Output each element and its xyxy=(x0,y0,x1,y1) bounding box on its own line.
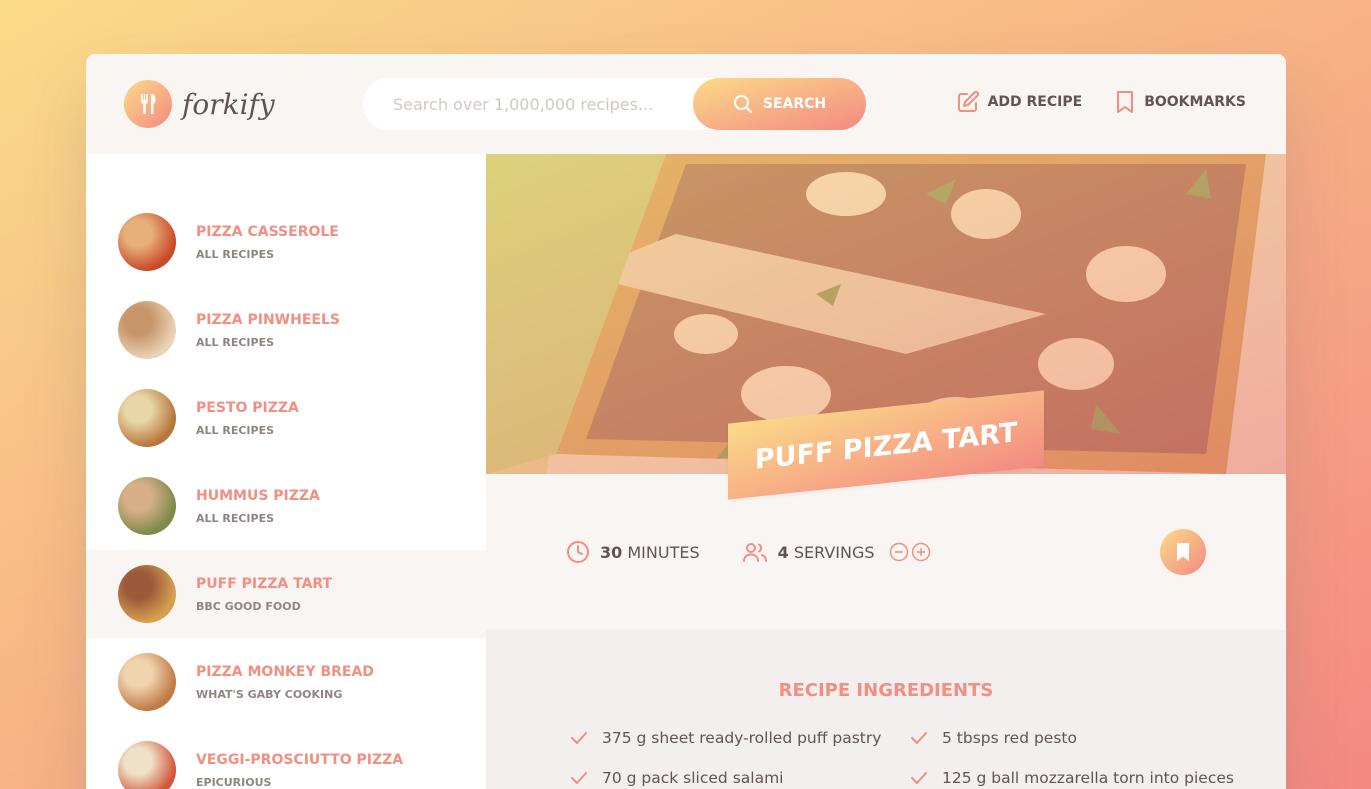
result-item[interactable]: PUFF PIZZA TART BBC GOOD FOOD xyxy=(86,550,486,638)
minutes-value: 30 xyxy=(600,542,623,562)
recipe-figure: PUFF PIZZA TART xyxy=(486,154,1286,500)
recipe-details: 30 MINUTES 4 SERVINGS xyxy=(486,474,1286,630)
logo[interactable]: forkify xyxy=(124,80,275,128)
ingredient-list: 375 g sheet ready-rolled puff pastry 5 t… xyxy=(570,729,1286,787)
result-title: PIZZA CASSEROLE xyxy=(196,223,339,240)
recipe-panel: PUFF PIZZA TART 30 MINUTES 4 SERVINGS RE… xyxy=(486,154,1286,789)
result-title: PIZZA MONKEY BREAD xyxy=(196,663,374,680)
bookmark-icon xyxy=(1117,91,1134,113)
result-image xyxy=(118,389,176,447)
search-button[interactable]: SEARCH xyxy=(693,78,866,130)
check-icon xyxy=(571,772,587,784)
ingredient-text: 70 g pack sliced salami xyxy=(602,769,784,787)
search-input[interactable] xyxy=(393,94,693,114)
increase-servings-button[interactable] xyxy=(911,542,931,562)
ingredient-item: 375 g sheet ready-rolled puff pastry xyxy=(570,729,900,747)
result-publisher: EPICURIOUS xyxy=(196,775,272,789)
result-publisher: WHAT'S GABY COOKING xyxy=(196,687,343,701)
ingredient-text: 125 g ball mozzarella torn into pieces xyxy=(942,769,1234,787)
ingredient-text: 5 tbsps red pesto xyxy=(942,729,1077,747)
plus-circle-icon xyxy=(911,542,930,562)
minus-circle-icon xyxy=(889,542,908,562)
fork-knife-icon xyxy=(124,80,172,128)
result-image xyxy=(118,653,176,711)
result-publisher: ALL RECIPES xyxy=(196,247,275,261)
result-publisher: ALL RECIPES xyxy=(196,423,275,437)
result-item[interactable]: PIZZA CASSEROLE ALL RECIPES xyxy=(86,198,486,286)
search-button-label: SEARCH xyxy=(762,96,827,112)
result-image xyxy=(118,741,176,789)
result-image xyxy=(118,477,176,535)
result-publisher: ALL RECIPES xyxy=(196,511,275,525)
servings: 4 SERVINGS xyxy=(742,540,931,564)
ingredient-item: 5 tbsps red pesto xyxy=(910,729,1240,747)
result-item[interactable]: PIZZA PINWHEELS ALL RECIPES xyxy=(86,286,486,374)
result-image xyxy=(118,565,176,623)
ingredient-item: 125 g ball mozzarella torn into pieces xyxy=(910,769,1240,787)
users-icon xyxy=(742,543,767,562)
check-icon xyxy=(911,772,927,784)
result-item[interactable]: PESTO PIZZA ALL RECIPES xyxy=(86,374,486,462)
result-item[interactable]: HUMMUS PIZZA ALL RECIPES xyxy=(86,462,486,550)
result-image xyxy=(118,301,176,359)
result-title: HUMMUS PIZZA xyxy=(196,487,320,504)
search-form: SEARCH xyxy=(363,78,866,130)
app-container: forkify SEARCH ADD RECIPE xyxy=(86,54,1286,789)
recipe-title-text: PUFF PIZZA TART xyxy=(754,416,1018,476)
result-title: PESTO PIZZA xyxy=(196,399,299,416)
bookmark-fill-icon xyxy=(1177,543,1189,561)
result-title: VEGGI-PROSCIUTTO PIZZA xyxy=(196,751,404,768)
check-icon xyxy=(571,732,587,744)
recipe-ingredients: RECIPE INGREDIENTS 375 g sheet ready-rol… xyxy=(486,630,1286,789)
ingredient-item: 70 g pack sliced salami xyxy=(570,769,900,787)
clock-icon xyxy=(567,541,589,563)
decrease-servings-button[interactable] xyxy=(889,542,909,562)
result-title: PUFF PIZZA TART xyxy=(196,575,333,592)
search-results: PIZZA CASSEROLE ALL RECIPES PIZZA PINWHE… xyxy=(86,154,486,789)
result-publisher: BBC GOOD FOOD xyxy=(196,599,301,613)
check-icon xyxy=(911,732,927,744)
bookmarks-button[interactable]: BOOKMARKS xyxy=(1114,90,1246,114)
servings-label: SERVINGS xyxy=(793,542,875,562)
edit-icon xyxy=(957,90,979,112)
result-image xyxy=(118,213,176,271)
bookmarks-label: BOOKMARKS xyxy=(1144,94,1246,110)
header: forkify SEARCH ADD RECIPE xyxy=(86,54,1286,154)
ingredients-heading: RECIPE INGREDIENTS xyxy=(778,680,994,701)
bookmark-recipe-button[interactable] xyxy=(1160,529,1206,575)
add-recipe-button[interactable]: ADD RECIPE xyxy=(956,90,1083,114)
result-publisher: ALL RECIPES xyxy=(196,335,275,349)
add-recipe-label: ADD RECIPE xyxy=(987,94,1083,110)
result-title: PIZZA PINWHEELS xyxy=(196,311,340,328)
nav: ADD RECIPE BOOKMARKS xyxy=(956,90,1246,114)
result-item[interactable]: PIZZA MONKEY BREAD WHAT'S GABY COOKING xyxy=(86,638,486,726)
servings-controls xyxy=(889,542,931,562)
servings-value: 4 xyxy=(777,542,789,562)
result-item[interactable]: VEGGI-PROSCIUTTO PIZZA EPICURIOUS xyxy=(86,726,486,789)
search-icon xyxy=(733,95,752,113)
ingredient-text: 375 g sheet ready-rolled puff pastry xyxy=(602,729,882,747)
cooking-time: 30 MINUTES xyxy=(566,540,700,564)
logo-text: forkify xyxy=(182,87,275,121)
minutes-label: MINUTES xyxy=(627,542,700,562)
